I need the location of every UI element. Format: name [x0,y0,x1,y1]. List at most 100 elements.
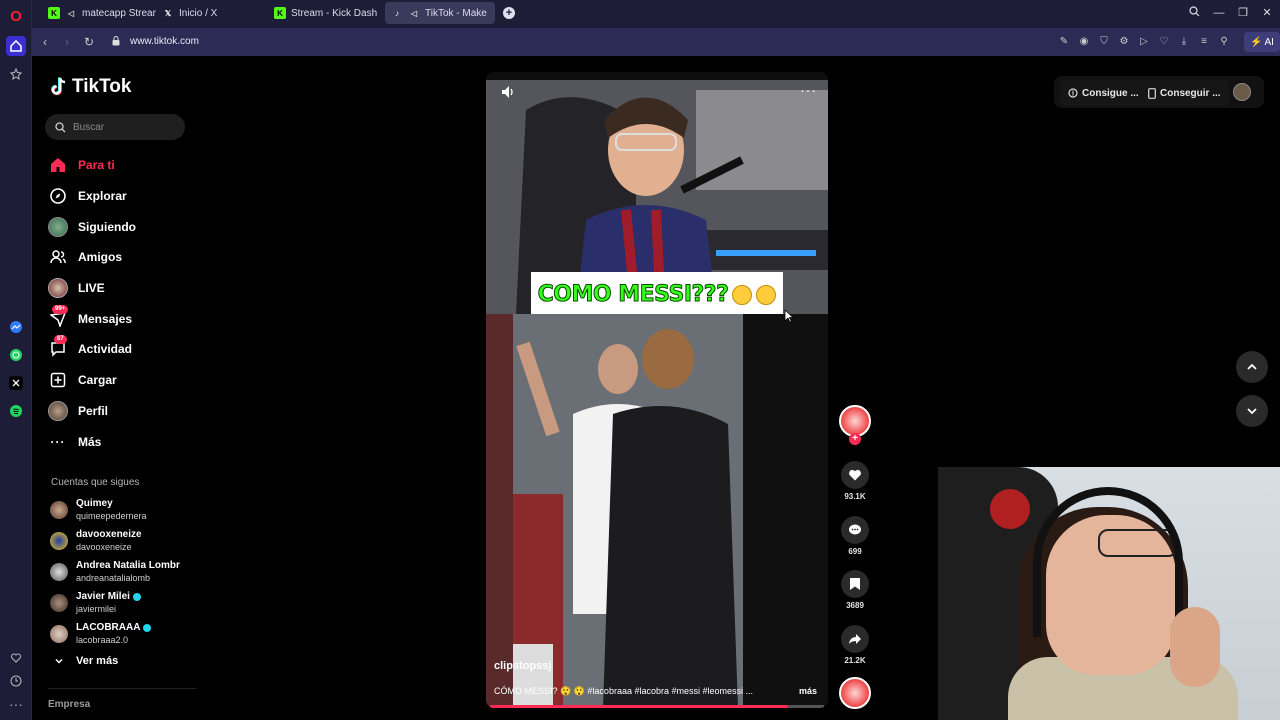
vpn-icon[interactable]: ⚙ [1118,36,1130,48]
following-item[interactable]: Javier Milei javiermilei [50,587,180,618]
following-item[interactable]: LACOBRAAA lacobraaa2.0 [50,618,180,649]
astonished-emoji-icon [756,284,777,305]
tiktok-icon [51,77,66,96]
tiktok-icon: ♪ [395,8,399,18]
close-button[interactable]: ✕ [1260,6,1274,20]
chair-logo [990,489,1030,529]
opera-sidebar: O ··· [0,0,32,720]
footer-link-empresa[interactable]: Empresa [48,699,90,710]
camera-icon[interactable]: ◉ [1078,36,1090,48]
tab-kick-dashboard[interactable]: K Stream - Kick Dashboard [268,2,383,24]
search-input[interactable] [73,121,173,133]
following-section-title: Cuentas que sigues [51,477,140,488]
more-icon[interactable]: ··· [6,694,26,714]
messenger-icon[interactable] [6,317,26,337]
forward-button[interactable]: › [60,35,74,49]
sound-avatar[interactable] [839,677,871,709]
nav-item-para-ti[interactable]: Para ti [48,150,198,181]
comment-button[interactable]: 699 [841,516,869,556]
nav-label: Explorar [78,189,127,204]
nav-item-actividad[interactable]: 87 Actividad [48,334,198,365]
get-app-button[interactable]: Conseguir ... [1140,80,1229,106]
pinboard-icon[interactable] [6,64,26,84]
new-tab-button[interactable]: + [503,7,515,19]
messages-badge: 99+ [52,304,69,314]
tab-tiktok[interactable]: ♪ ◁ TikTok - Make Your Da [385,2,495,24]
tiktok-logo[interactable]: TikTok [50,76,131,98]
more-options-icon[interactable]: ··· [800,82,817,98]
messi-scene [513,314,743,708]
video-username[interactable]: clipstopssj [494,660,551,672]
video-player[interactable]: COMO MESSI??? ··· clipstopssj CÓMO MESSI… [486,72,828,708]
video-overlay-banner: COMO MESSI??? [531,272,783,317]
opera-logo-icon[interactable]: O [6,6,26,26]
minimize-button[interactable]: — [1212,6,1226,20]
following-item[interactable]: davooxeneize davooxeneize [50,526,180,557]
volume-icon[interactable] [500,84,516,100]
save-button[interactable]: 3689 [841,570,869,610]
get-coins-button[interactable]: Consigue ... [1060,80,1147,106]
following-item[interactable]: Quimey quimeepedernera [50,495,180,526]
tab-matecapp[interactable]: K ◁ matecapp Stream - W [42,2,162,24]
following-item[interactable]: Andrea Natalia Lombr andreanatalialomb [50,557,180,588]
download-icon[interactable]: ⤓ [1178,36,1190,48]
tab-label: matecapp Stream - W [82,7,156,19]
search-box[interactable] [45,114,185,140]
avatar [50,562,68,581]
profile-avatar[interactable] [1233,83,1251,101]
kick-icon: K [48,7,60,19]
edit-icon[interactable]: ✎ [1058,36,1070,48]
address-bar: ‹ › ↻ www.tiktok.com ✎ ◉ ⛉ ⚙ ▷ ♡ ⤓ ≡ ⚲ ⚡… [32,28,1280,56]
heart-icon[interactable]: ♡ [1158,36,1170,48]
tab-label: TikTok - Make Your Da [425,7,489,19]
nav-item-amigos[interactable]: Amigos [48,242,198,273]
x-twitter-icon[interactable] [6,373,26,393]
restore-button[interactable]: ❐ [1236,6,1250,20]
video-progress-fill [490,705,788,708]
nav-label: Amigos [78,250,123,265]
nav-item-perfil[interactable]: Perfil [48,396,198,427]
favorites-icon[interactable] [6,648,26,668]
history-icon[interactable] [6,671,26,691]
mouse-cursor-icon [784,309,794,323]
tab-x[interactable]: 𝕏 Inicio / X [156,2,266,24]
avatar [50,624,68,643]
nav-item-mas[interactable]: ··· Más [48,426,198,457]
nav-label: Mensajes [78,311,133,326]
chevron-up-icon [1247,363,1257,370]
nav-item-mensajes[interactable]: 99+ Mensajes [48,303,198,334]
spotify-icon[interactable] [6,401,26,421]
shield-icon[interactable]: ⛉ [1098,36,1110,48]
whatsapp-icon[interactable] [6,345,26,365]
nav-item-cargar[interactable]: Cargar [48,365,198,396]
next-video-button[interactable] [1236,395,1268,427]
menu-icon[interactable]: ≡ [1198,36,1210,48]
overlay-text: COMO MESSI??? [537,282,729,308]
previous-video-button[interactable] [1236,351,1268,383]
nav-item-siguiendo[interactable]: Siguiendo [48,211,198,242]
x-icon: 𝕏 [164,8,172,18]
back-button[interactable]: ‹ [38,35,52,49]
video-more-link[interactable]: más [799,686,817,696]
url-field[interactable]: www.tiktok.com [130,36,199,47]
account-name: davooxeneize [76,529,142,541]
video-progress-bar[interactable] [490,705,824,708]
share-count: 21.2K [844,656,866,665]
chevron-down-icon [1247,408,1257,415]
reload-button[interactable]: ↻ [82,35,96,49]
search-tabs-icon[interactable] [1187,6,1201,20]
see-more-button[interactable]: Ver más [54,655,118,667]
share-button[interactable]: 21.2K [841,625,869,665]
nav-item-explorar[interactable]: Explorar [48,181,198,212]
home-icon[interactable] [6,36,26,56]
messages-icon: 99+ [48,304,69,329]
player-icon[interactable]: ▷ [1138,36,1150,48]
avatar [50,501,68,520]
follow-plus-icon[interactable]: + [849,433,861,445]
live-avatar [48,278,68,299]
like-button[interactable]: 93.1K [841,461,869,501]
nav-item-live[interactable]: LIVE [48,273,198,304]
account-icon[interactable]: ⚲ [1218,36,1230,48]
ai-button[interactable]: ⚡ AI [1244,32,1280,52]
video-description: CÓMO MESSI? 😲 😲 #lacobraaa #lacobra #mes… [494,686,754,696]
